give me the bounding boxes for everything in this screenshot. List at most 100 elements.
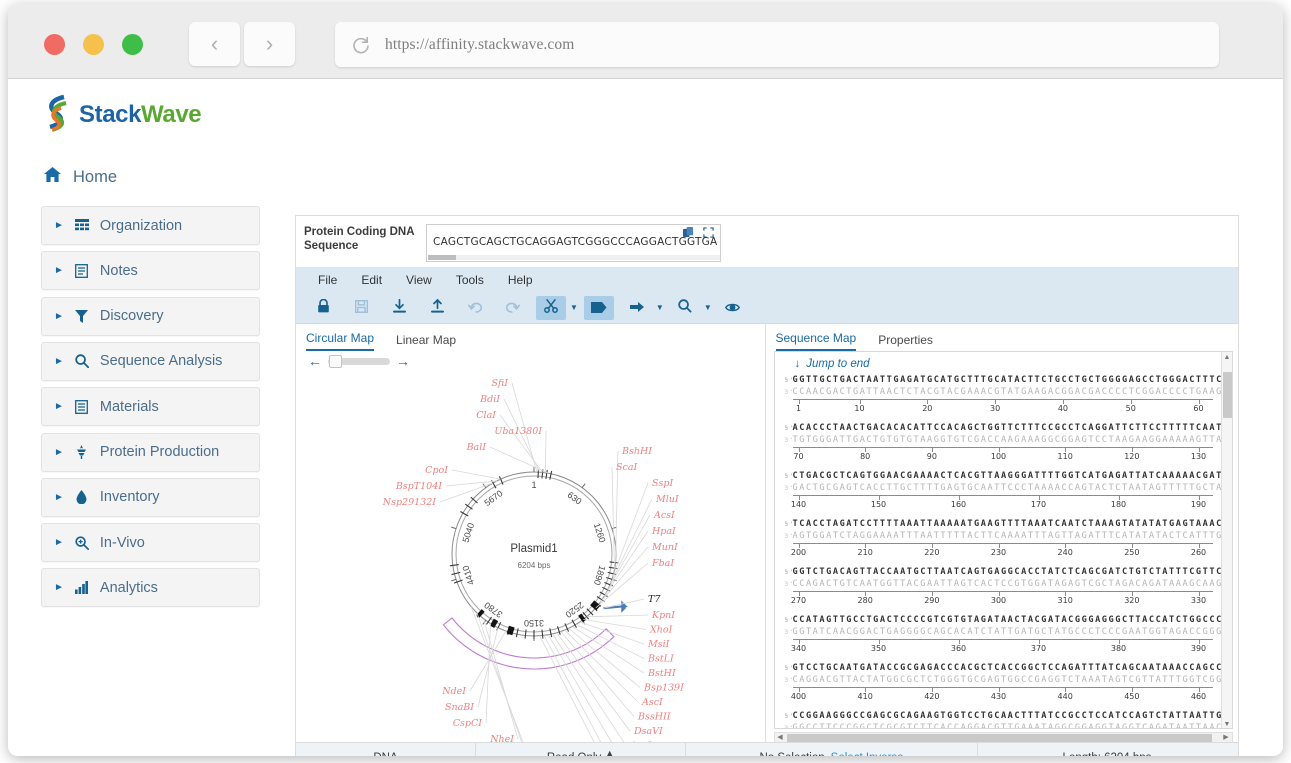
sidebar-item-in-vivo[interactable]: ► In-Vivo bbox=[41, 523, 260, 563]
sequence-input[interactable]: CAGCTGCAGCTGCAGGAGTCGGGCCCAGGACTGGTGAAGC… bbox=[426, 224, 721, 262]
sequence-map-vscroll-thumb[interactable] bbox=[1222, 372, 1232, 418]
redo-button[interactable] bbox=[498, 296, 528, 320]
menu-item-edit[interactable]: Edit bbox=[361, 273, 382, 287]
chevron-right-icon[interactable]: ► bbox=[54, 220, 64, 231]
plasmid-enzyme-label[interactable]: CspCI bbox=[453, 718, 482, 729]
plasmid-enzyme-label[interactable]: AcsI bbox=[653, 510, 675, 521]
back-button[interactable]: ‹ bbox=[189, 22, 240, 66]
chevron-down-icon[interactable]: ▼ bbox=[704, 303, 712, 312]
sidebar-item-home[interactable]: Home bbox=[44, 167, 117, 187]
scroll-up-icon[interactable]: ▲ bbox=[1223, 354, 1232, 361]
chevron-right-icon[interactable]: ► bbox=[54, 356, 64, 367]
tab-circular-map[interactable]: Circular Map bbox=[306, 331, 375, 351]
chevron-right-icon[interactable]: ► bbox=[54, 537, 64, 548]
sequence-block[interactable]: 5' GGTTGCTGACTAATTGAGATGCATGCTTTGCATACTTC… bbox=[775, 374, 1232, 418]
chevron-right-icon[interactable]: ► bbox=[54, 492, 64, 503]
plasmid-enzyme-label[interactable]: CpoI bbox=[425, 465, 448, 476]
plasmid-enzyme-label[interactable]: Uba1380I bbox=[494, 426, 542, 437]
plasmid-enzyme-label[interactable]: DsaVI bbox=[633, 726, 663, 737]
chevron-right-icon[interactable]: ► bbox=[54, 265, 64, 276]
plasmid-enzyme-label[interactable]: Bsp139I bbox=[643, 683, 684, 694]
sequence-block[interactable]: 5' GGTCTGACAGTTACCAATGCTTAATCAGTGAGGCACCT… bbox=[775, 566, 1232, 610]
close-window-button[interactable] bbox=[44, 34, 65, 55]
plasmid-enzyme-label[interactable]: XhoI bbox=[649, 625, 673, 636]
plasmid-enzyme-label[interactable]: AscI bbox=[641, 697, 663, 708]
plasmid-enzyme-label[interactable]: T7 bbox=[648, 594, 661, 605]
plasmid-enzyme-label[interactable]: KpnI bbox=[651, 610, 675, 621]
reload-icon[interactable] bbox=[351, 35, 371, 55]
sequence-block[interactable]: 5' CCGGAAGGGCCGAGCGCAGAAGTGGTCCTGCAACTTTA… bbox=[775, 710, 1232, 728]
sequence-map-hscroll-thumb[interactable] bbox=[786, 734, 1212, 742]
plasmid-enzyme-label[interactable]: SnaBI bbox=[445, 702, 474, 713]
sidebar-item-materials[interactable]: ► Materials bbox=[41, 387, 260, 427]
tab-properties[interactable]: Properties bbox=[878, 333, 933, 351]
plasmid-enzyme-label[interactable]: FbaI bbox=[651, 558, 674, 569]
chevron-right-icon[interactable]: ► bbox=[54, 582, 64, 593]
sequence-block[interactable]: 5' CTGACGCTCAGTGGAACGAAAACTCACGTTAAGGGATT… bbox=[775, 470, 1232, 514]
plasmid-enzyme-label[interactable]: NdeI bbox=[441, 686, 466, 697]
sidebar-item-protein-production[interactable]: ► Protein Production bbox=[41, 432, 260, 472]
plasmid-enzyme-label[interactable]: SfiI bbox=[491, 378, 508, 389]
search-button[interactable] bbox=[670, 296, 700, 320]
sidebar-item-analytics[interactable]: ► Analytics bbox=[41, 568, 260, 608]
scroll-right-icon[interactable]: ▶ bbox=[1221, 733, 1232, 741]
menu-item-tools[interactable]: Tools bbox=[456, 273, 484, 287]
sequence-input-scrollbar[interactable] bbox=[428, 255, 720, 260]
chevron-right-icon[interactable]: ► bbox=[54, 401, 64, 412]
sequence-block[interactable]: 5' GTCCTGCAATGATACCGCGAGACCCACGCTCACCGGCT… bbox=[775, 662, 1232, 706]
plasmid-enzyme-label[interactable]: BshHI bbox=[621, 446, 652, 457]
plasmid-enzyme-label[interactable]: ScaI bbox=[616, 462, 637, 473]
minimize-window-button[interactable] bbox=[83, 34, 104, 55]
feature-tag-button[interactable] bbox=[583, 295, 614, 320]
sequence-block[interactable]: 5' ACACCCTAACTGACACACATTCCACAGCTGGTTCTTTC… bbox=[775, 422, 1232, 466]
forward-button[interactable]: › bbox=[244, 22, 295, 66]
sequence-map-vscrollbar[interactable]: ▲ ▼ bbox=[1220, 352, 1232, 728]
sidebar-item-organization[interactable]: ► Organization bbox=[41, 206, 260, 245]
plasmid-enzyme-label[interactable]: MluI bbox=[655, 494, 679, 505]
sequence-block[interactable]: 5' TCACCTAGATCCTTTTAAATTAAAAATGAAGTTTTAAA… bbox=[775, 518, 1232, 562]
plasmid-circular-map[interactable]: 163012601890252031503780441050405670Plas… bbox=[296, 364, 766, 744]
plasmid-enzyme-label[interactable]: BalI bbox=[466, 442, 487, 453]
upload-button[interactable] bbox=[422, 296, 452, 320]
download-button[interactable] bbox=[384, 296, 414, 320]
plasmid-enzyme-label[interactable]: BstLI bbox=[647, 654, 674, 665]
lock-button[interactable] bbox=[308, 296, 338, 320]
status-access-mode[interactable]: Read Only ▲▼ bbox=[476, 743, 686, 756]
url-bar[interactable]: https://affinity.stackwave.com bbox=[335, 22, 1219, 67]
plasmid-enzyme-label[interactable]: ClaI bbox=[476, 410, 496, 421]
sequence-map-box[interactable]: ↓ Jump to end 5' GGTTGCTGACTAATTGAGATGCAT… bbox=[773, 351, 1233, 729]
tab-linear-map[interactable]: Linear Map bbox=[396, 333, 456, 351]
tab-sequence-map[interactable]: Sequence Map bbox=[775, 331, 857, 351]
chevron-down-icon[interactable]: ▼ bbox=[570, 303, 578, 312]
cut-button[interactable] bbox=[536, 295, 566, 320]
scroll-down-icon[interactable]: ▼ bbox=[1223, 721, 1232, 728]
goto-arrow-button[interactable] bbox=[622, 296, 652, 320]
eye-button[interactable] bbox=[718, 296, 748, 320]
plasmid-enzyme-label[interactable]: MsiI bbox=[647, 639, 670, 650]
menu-item-help[interactable]: Help bbox=[508, 273, 533, 287]
stepper-icon[interactable]: ▲▼ bbox=[605, 748, 614, 757]
select-inverse-link[interactable]: Select Inverse bbox=[831, 752, 904, 757]
plasmid-enzyme-label[interactable]: BssHII bbox=[637, 712, 671, 723]
save-button[interactable] bbox=[346, 296, 376, 320]
scroll-left-icon[interactable]: ◀ bbox=[775, 733, 786, 741]
plasmid-enzyme-label[interactable]: Nsp29132I bbox=[382, 497, 436, 508]
sidebar-item-discovery[interactable]: ► Discovery bbox=[41, 296, 260, 336]
app-logo[interactable]: StackWave bbox=[44, 94, 202, 136]
plasmid-enzyme-label[interactable]: BstHI bbox=[647, 668, 676, 679]
plasmid-enzyme-label[interactable]: BspT104I bbox=[395, 481, 442, 492]
chevron-down-icon[interactable]: ▼ bbox=[656, 303, 664, 312]
maximize-window-button[interactable] bbox=[122, 34, 143, 55]
menu-item-view[interactable]: View bbox=[406, 273, 432, 287]
chevron-right-icon[interactable]: ► bbox=[54, 311, 64, 322]
plasmid-enzyme-label[interactable]: BdiI bbox=[479, 394, 500, 405]
sidebar-item-inventory[interactable]: ► Inventory bbox=[41, 477, 260, 517]
plasmid-enzyme-label[interactable]: SspI bbox=[652, 478, 673, 489]
plasmid-enzyme-label[interactable]: HpaI bbox=[651, 526, 676, 537]
menu-item-file[interactable]: File bbox=[318, 273, 337, 287]
sidebar-item-sequence-analysis[interactable]: ► Sequence Analysis bbox=[41, 341, 260, 381]
chevron-right-icon[interactable]: ► bbox=[54, 447, 64, 458]
undo-button[interactable] bbox=[460, 296, 490, 320]
jump-to-end-link[interactable]: ↓ Jump to end bbox=[775, 352, 1232, 374]
sidebar-item-notes[interactable]: ► Notes bbox=[41, 251, 260, 291]
